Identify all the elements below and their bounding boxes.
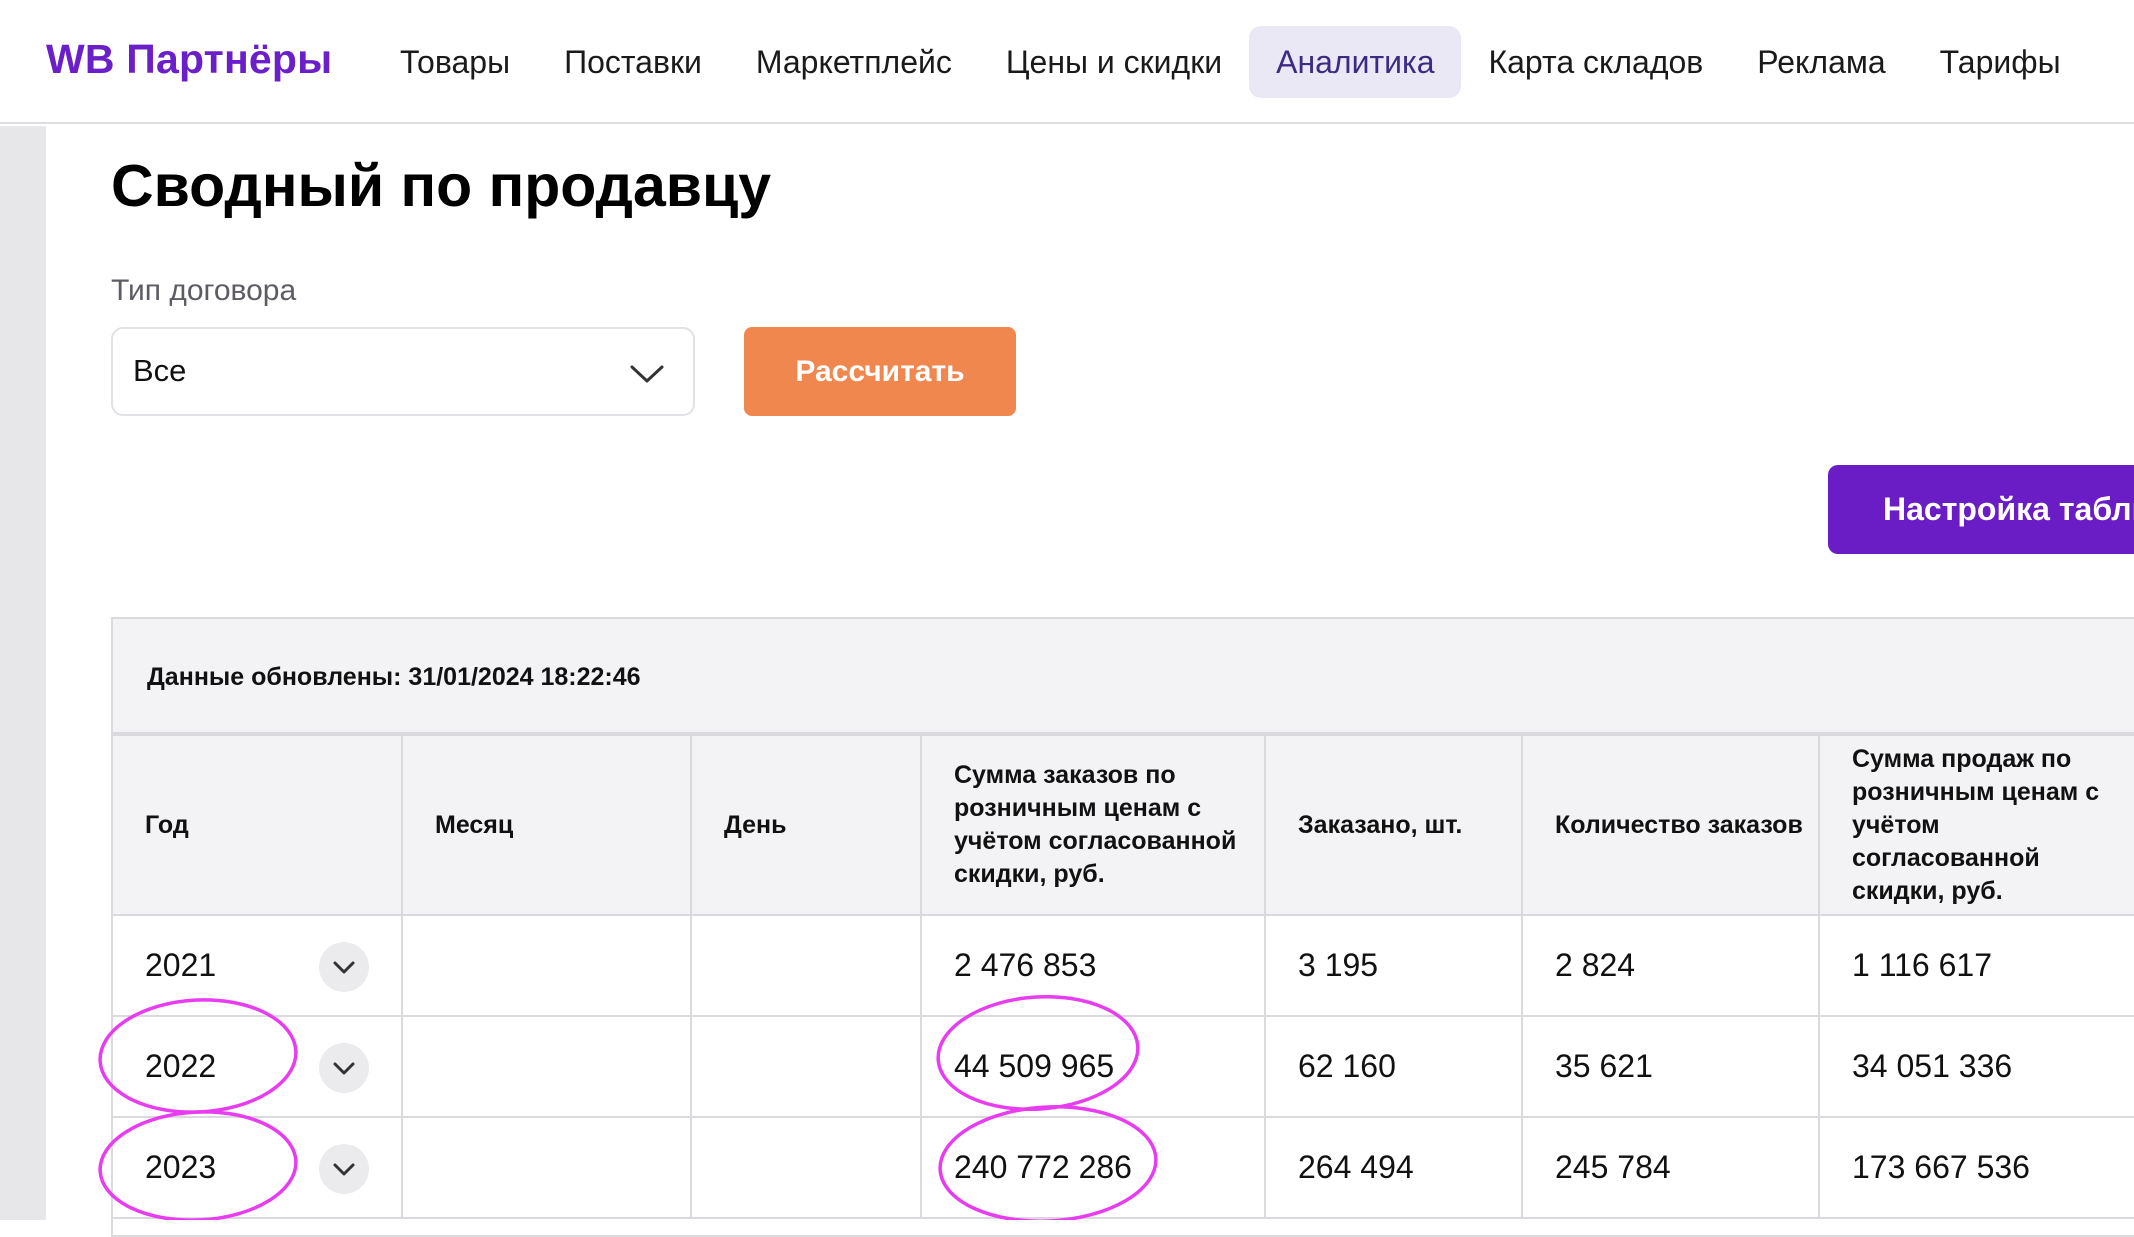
main-nav: Товары Поставки Маркетплейс Цены и скидк… [373,26,2088,98]
cell-order-count: 35 621 [1521,1015,1820,1118]
page-title: Сводный по продавцу [111,153,772,219]
table-header-row: Год Месяц День Сумма заказов по розничны… [113,734,2134,916]
nav-item-tariffs[interactable]: Тарифы [1913,26,2088,98]
cell-day [690,914,922,1017]
cell-sales-sum: 34 051 336 [1818,1015,2134,1118]
cell-order-sum: 44 509 965 [920,1015,1266,1118]
expand-row-button[interactable] [319,1144,369,1194]
column-header-day[interactable]: День [690,734,922,916]
table-row: 2021 2 476 853 3 195 2 824 1 116 617 [113,914,2134,1017]
column-header-order-count[interactable]: Количество заказов [1521,734,1820,916]
cell-day [690,1015,922,1118]
logo[interactable]: WB Партнёры [46,36,332,83]
data-table: Год Месяц День Сумма заказов по розничны… [113,734,2134,1219]
cell-year: 2021 [113,914,403,1017]
cell-year: 2023 [113,1116,403,1219]
expand-row-button[interactable] [319,1043,369,1093]
cell-sales-sum: 173 667 536 [1818,1116,2134,1219]
column-header-month[interactable]: Месяц [401,734,692,916]
chevron-down-icon [630,365,664,383]
contract-type-select[interactable]: Все [111,327,695,416]
contract-type-label: Тип договора [111,274,297,307]
nav-item-warehouse-map[interactable]: Карта складов [1461,26,1730,98]
cell-month [401,1116,692,1219]
cell-month [401,914,692,1017]
data-updated-text: Данные обновлены: 31/01/2024 18:22:46 [147,663,641,691]
expand-row-button[interactable] [319,942,369,992]
summary-table: Данные обновлены: 31/01/2024 18:22:46 Го… [111,617,2134,1237]
contract-type-value: Все [133,353,187,388]
column-header-sales-sum[interactable]: Сумма продаж по розничным ценам с учётом… [1818,734,2134,916]
updated-bar: Данные обновлены: 31/01/2024 18:22:46 [113,619,2134,734]
calculate-button[interactable]: Рассчитать [744,327,1016,416]
column-header-ordered-qty[interactable]: Заказано, шт. [1264,734,1523,916]
cell-year-value: 2021 [145,947,217,983]
cell-month [401,1015,692,1118]
nav-item-prices[interactable]: Цены и скидки [979,26,1249,98]
cell-year-value: 2023 [145,1149,217,1185]
nav-item-marketplace[interactable]: Маркетплейс [729,26,979,98]
cell-ordered-qty: 3 195 [1264,914,1523,1017]
cell-day [690,1116,922,1219]
table-row: 2023 240 772 286 264 494 245 784 173 667… [113,1116,2134,1219]
table-row: 2022 44 509 965 62 160 35 621 34 051 336 [113,1015,2134,1118]
cell-order-sum: 2 476 853 [920,914,1266,1017]
cell-ordered-qty: 264 494 [1264,1116,1523,1219]
chevron-down-icon [333,1163,355,1176]
chevron-down-icon [333,1062,355,1075]
cell-year-value: 2022 [145,1048,217,1084]
nav-item-postavki[interactable]: Поставки [537,26,729,98]
table-settings-button[interactable]: Настройка табли [1828,465,2134,554]
top-header: WB Партнёры Товары Поставки Маркетплейс … [0,0,2134,124]
cell-order-count: 2 824 [1521,914,1820,1017]
cell-sales-sum: 1 116 617 [1818,914,2134,1017]
nav-item-analytics[interactable]: Аналитика [1249,26,1462,98]
nav-item-ads[interactable]: Реклама [1730,26,1912,98]
chevron-down-icon [333,961,355,974]
cell-order-sum: 240 772 286 [920,1116,1266,1219]
column-header-year[interactable]: Год [113,734,403,916]
column-header-order-sum[interactable]: Сумма заказов по розничным ценам с учёто… [920,734,1266,916]
nav-item-tovary[interactable]: Товары [373,26,537,98]
left-sidebar-rail [0,126,46,1220]
cell-ordered-qty: 62 160 [1264,1015,1523,1118]
cell-order-count: 245 784 [1521,1116,1820,1219]
cell-year: 2022 [113,1015,403,1118]
